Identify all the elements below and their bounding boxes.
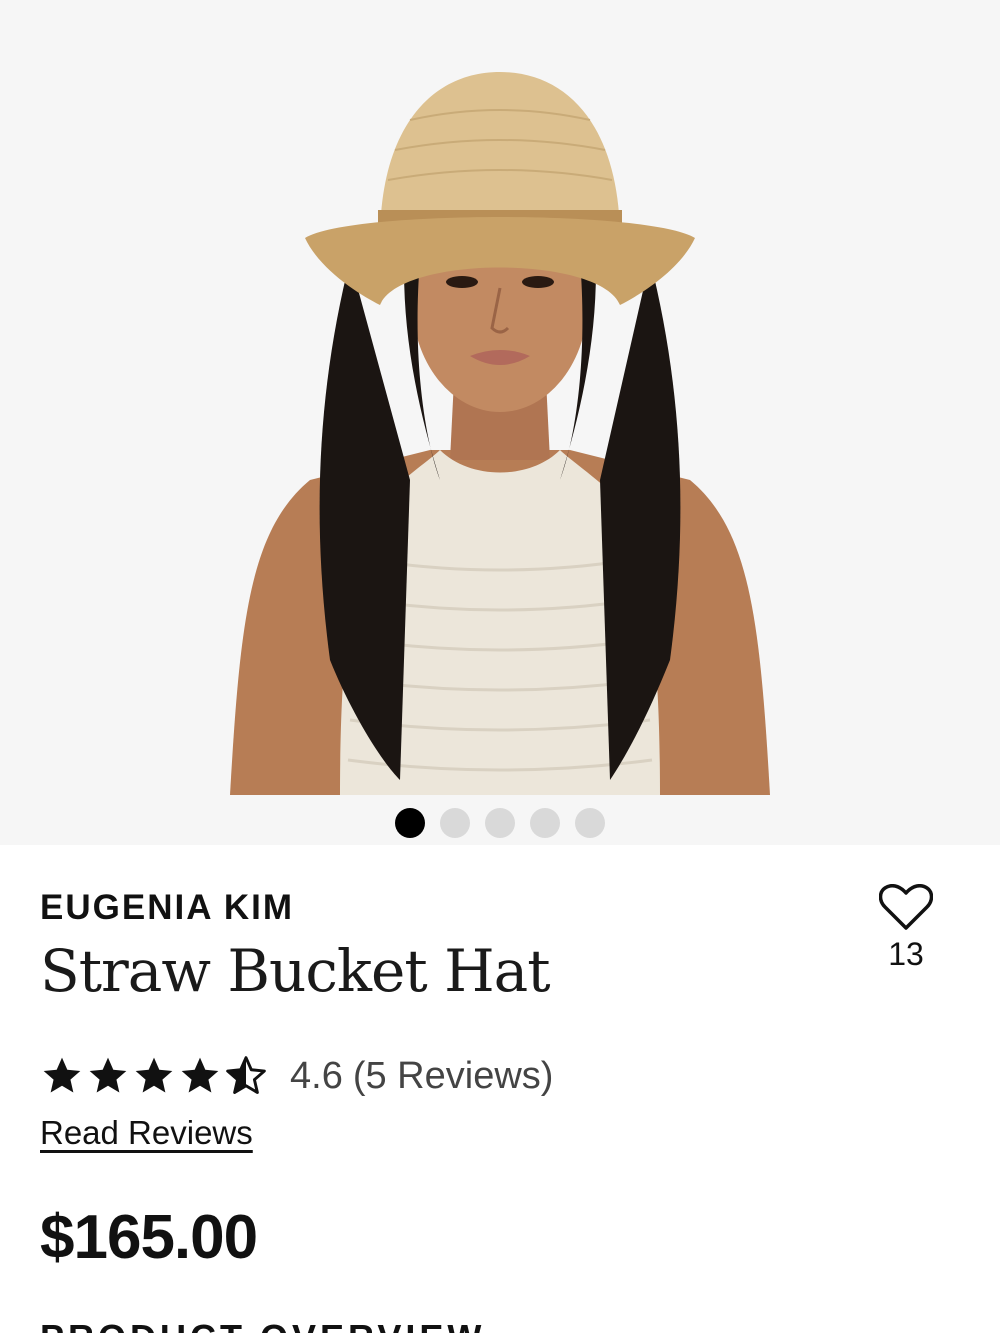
- product-price: $165.00: [40, 1203, 258, 1272]
- star-rating: [40, 1054, 268, 1098]
- star-half-icon: [224, 1054, 268, 1098]
- review-count[interactable]: (5 Reviews): [353, 1052, 554, 1100]
- read-reviews-link[interactable]: Read Reviews: [40, 1112, 253, 1154]
- gallery-dot-3[interactable]: [485, 808, 515, 838]
- favorite-button[interactable]: 13: [870, 884, 942, 972]
- product-overview-heading[interactable]: PRODUCT OVERVIEW: [40, 1318, 485, 1333]
- gallery-dot-4[interactable]: [530, 808, 560, 838]
- rating-summary: 4.6 (5 Reviews): [40, 1052, 553, 1100]
- favorite-count: 13: [888, 936, 924, 972]
- product-title: Straw Bucket Hat: [40, 937, 551, 1005]
- gallery-pagination: [0, 808, 1000, 838]
- product-page: EUGENIA KIM Straw Bucket Hat 13 4.6 (5 R…: [0, 0, 1000, 1333]
- star-filled-icon: [132, 1054, 176, 1098]
- rating-value: 4.6: [290, 1055, 343, 1097]
- product-brand[interactable]: EUGENIA KIM: [40, 888, 294, 928]
- product-image-gallery[interactable]: [0, 0, 1000, 845]
- gallery-dot-5[interactable]: [575, 808, 605, 838]
- star-filled-icon: [178, 1054, 222, 1098]
- gallery-dot-1[interactable]: [395, 808, 425, 838]
- heart-outline-icon: [879, 884, 933, 930]
- gallery-dot-2[interactable]: [440, 808, 470, 838]
- star-filled-icon: [40, 1054, 84, 1098]
- product-photo: [230, 72, 770, 795]
- star-filled-icon: [86, 1054, 130, 1098]
